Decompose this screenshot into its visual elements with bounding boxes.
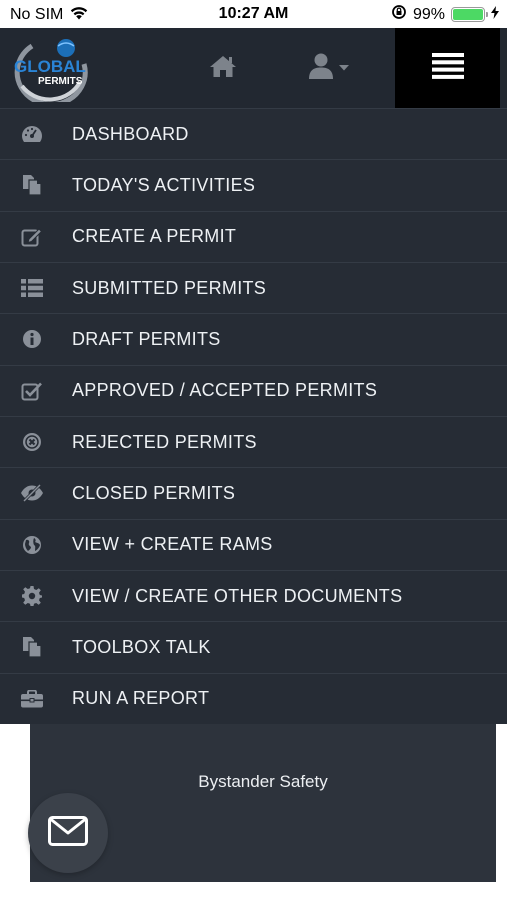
logo-text-permits: PERMITS: [38, 76, 83, 87]
lock-rotation-icon: [391, 4, 407, 25]
menu-item-label: TODAY'S ACTIVITIES: [72, 174, 256, 195]
menu-item-draft-permits[interactable]: DRAFT PERMITS: [0, 313, 507, 364]
menu-item-closed-permits[interactable]: CLOSED PERMITS: [0, 467, 507, 518]
menu-item-label: RUN A REPORT: [72, 688, 210, 709]
logo-text-global: GLOBAL: [14, 57, 86, 76]
status-right: 99%: [391, 4, 499, 25]
menu-item-label: APPROVED / ACCEPTED PERMITS: [72, 380, 378, 401]
gear-icon: [0, 586, 68, 607]
check-square-icon: [0, 381, 68, 401]
dashboard-gauge-icon: [0, 125, 68, 143]
hamburger-menu-icon: [431, 52, 464, 84]
menu-item-approved-accepted-permits[interactable]: APPROVED / ACCEPTED PERMITS: [0, 364, 507, 416]
user-icon: [308, 52, 334, 85]
menu-item-label: CLOSED PERMITS: [72, 482, 236, 503]
user-account-dropdown[interactable]: [308, 50, 360, 86]
menu-item-label: REJECTED PERMITS: [72, 431, 257, 452]
side-menu: DASHBOARD TODAY'S ACTIVITIES CREATE A PE…: [0, 108, 507, 724]
menu-item-label: VIEW + CREATE RAMS: [72, 534, 273, 555]
menu-item-label: DASHBOARD: [72, 123, 189, 144]
copy-documents-icon: [0, 636, 68, 659]
battery-icon: [451, 7, 488, 22]
global-permits-logo[interactable]: GLOBAL PERMITS: [12, 34, 90, 107]
caret-down-icon: [338, 59, 350, 77]
status-bar: No SIM 10:27 AM 99%: [0, 0, 507, 28]
eye-slash-icon: [0, 484, 68, 503]
copy-documents-icon: [0, 174, 68, 197]
menu-item-view-create-other-documents[interactable]: VIEW / CREATE OTHER DOCUMENTS: [0, 569, 507, 621]
content-card[interactable]: Bystander Safety: [30, 724, 496, 882]
envelope-icon: [48, 815, 88, 851]
menu-item-run-a-report[interactable]: RUN A REPORT: [0, 672, 507, 724]
menu-toggle-button[interactable]: [395, 28, 500, 108]
menu-item-todays-activities[interactable]: TODAY'S ACTIVITIES: [0, 159, 507, 210]
battery-percent: 99%: [412, 5, 445, 23]
menu-item-label: TOOLBOX TALK: [72, 636, 211, 657]
menu-item-dashboard[interactable]: DASHBOARD: [0, 108, 507, 159]
menu-item-label: CREATE A PERMIT: [72, 226, 237, 247]
menu-item-create-a-permit[interactable]: CREATE A PERMIT: [0, 210, 507, 262]
globe-icon: [0, 535, 68, 555]
message-fab-button[interactable]: [28, 793, 108, 873]
list-icon: [0, 279, 68, 298]
menu-item-toolbox-talk[interactable]: TOOLBOX TALK: [0, 621, 507, 672]
header-bar: GLOBAL PERMITS: [0, 28, 507, 108]
home-icon: [209, 54, 237, 83]
menu-item-rejected-permits[interactable]: REJECTED PERMITS: [0, 415, 507, 467]
briefcase-icon: [0, 689, 68, 708]
edit-icon: [0, 227, 68, 247]
menu-item-label: VIEW / CREATE OTHER DOCUMENTS: [72, 585, 403, 606]
card-title: Bystander Safety: [198, 772, 328, 791]
home-button[interactable]: [205, 52, 241, 84]
charging-bolt-icon: [491, 5, 499, 24]
times-circle-icon: [0, 432, 68, 452]
menu-item-submitted-permits[interactable]: SUBMITTED PERMITS: [0, 261, 507, 313]
menu-item-label: DRAFT PERMITS: [72, 328, 221, 349]
menu-item-label: SUBMITTED PERMITS: [72, 277, 267, 298]
info-circle-icon: [0, 329, 68, 349]
menu-item-view-create-rams[interactable]: VIEW + CREATE RAMS: [0, 518, 507, 570]
